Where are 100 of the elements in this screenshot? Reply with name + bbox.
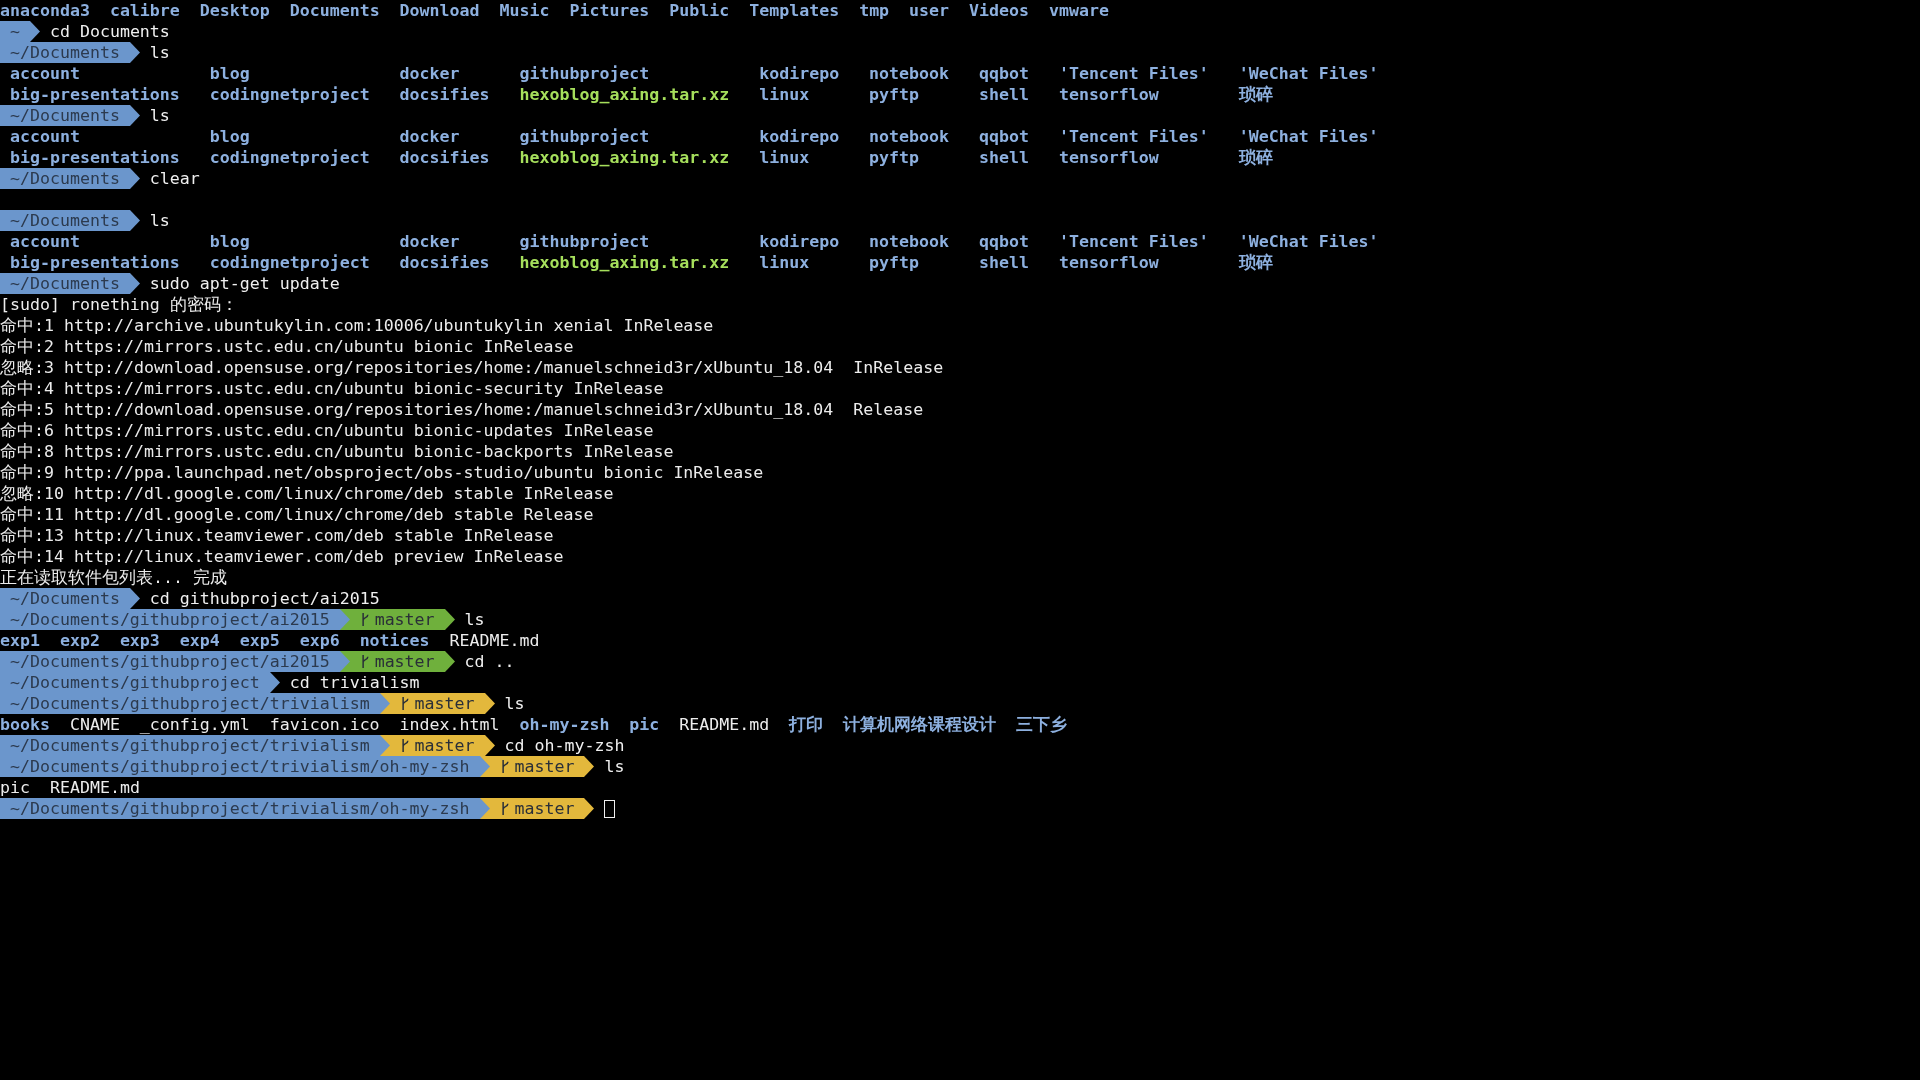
file-name: 打印: [789, 714, 824, 735]
command-text: ls: [149, 210, 170, 231]
file-name: codingnetproject: [208, 147, 370, 168]
file-name: hexoblog_axing.tar.xz: [518, 84, 730, 105]
file-name: 'WeChat Files': [1237, 231, 1379, 252]
file-name: Videos: [969, 0, 1029, 21]
file-name: _config.yml: [139, 714, 250, 735]
output-line: 命中:5 http://download.opensuse.org/repositories/home:/manuelschneid3r/xUbuntu_18.04 Release: [0, 399, 924, 420]
file-name: 计算机网络课程设计: [843, 714, 997, 735]
file-name: tensorflow: [1057, 84, 1160, 105]
command-text: cd oh-my-zsh: [504, 735, 625, 756]
file-name: qqbot: [978, 63, 1029, 84]
segment-arrow: [269, 672, 280, 693]
command-text: ls: [464, 609, 485, 630]
file-name: Download: [399, 0, 480, 21]
file-name: vmware: [1048, 0, 1109, 21]
file-name: account: [9, 63, 81, 84]
output-line: 命中:8 https://mirrors.ustc.edu.cn/ubuntu bionic-backports InRelease: [0, 441, 674, 462]
branch-icon: [399, 738, 410, 753]
file-name: linux: [758, 252, 811, 273]
branch-name: master: [414, 735, 475, 756]
file-name: big-presentations: [9, 84, 180, 105]
output-line: 命中:4 https://mirrors.ustc.edu.cn/ubuntu bionic-security InRelease: [0, 378, 664, 399]
branch-icon: [359, 612, 370, 627]
file-name: pyftp: [868, 147, 921, 168]
branch-name: master: [514, 798, 575, 819]
output-line: 命中:6 https://mirrors.ustc.edu.cn/ubuntu bionic-updates InRelease: [0, 420, 654, 441]
file-name: big-presentations: [9, 147, 180, 168]
file-name: exp5: [239, 630, 280, 651]
command-text: ls: [149, 42, 170, 63]
command-text: cd ..: [464, 651, 515, 672]
file-name: notebook: [868, 126, 950, 147]
file-name: Documents: [289, 0, 380, 21]
file-name: githubproject: [518, 231, 651, 252]
output-line: 命中:11 http://dl.google.com/linux/chrome/deb stable Release: [0, 504, 594, 525]
output-line: 命中:9 http://ppa.launchpad.net/obsproject/obs-studio/ubuntu bionic InRelease: [0, 462, 764, 483]
file-name: pyftp: [868, 252, 921, 273]
file-name: 'Tencent Files': [1057, 126, 1209, 147]
file-name: blog: [208, 126, 251, 147]
file-name: pic: [0, 777, 30, 798]
segment-arrow: [29, 21, 40, 42]
file-name: shell: [978, 252, 1029, 273]
branch-name: master: [374, 609, 435, 630]
file-name: Public: [669, 0, 730, 21]
file-name: hexoblog_axing.tar.xz: [518, 147, 730, 168]
file-name: favicon.ico: [269, 714, 380, 735]
file-name: githubproject: [518, 63, 651, 84]
file-name: exp1: [0, 630, 40, 651]
command-text: ls: [504, 693, 525, 714]
file-name: docsifies: [398, 252, 490, 273]
file-name: kodirepo: [758, 126, 840, 147]
file-name: README.md: [679, 714, 770, 735]
file-name: exp2: [59, 630, 100, 651]
command-text: ls: [149, 105, 170, 126]
file-name: exp6: [299, 630, 340, 651]
output-line: 忽略:10 http://dl.google.com/linux/chrome/deb stable InRelease: [0, 483, 614, 504]
file-name: README.md: [49, 777, 140, 798]
output-line: 命中:13 http://linux.teamviewer.com/deb stable InRelease: [0, 525, 554, 546]
file-name: CNAME: [69, 714, 120, 735]
file-name: qqbot: [978, 126, 1029, 147]
file-name: githubproject: [518, 126, 651, 147]
file-name: account: [9, 231, 81, 252]
file-name: blog: [208, 63, 251, 84]
file-name: 'Tencent Files': [1057, 231, 1209, 252]
file-name: Music: [499, 0, 550, 21]
file-name: 'Tencent Files': [1057, 63, 1209, 84]
file-name: account: [9, 126, 81, 147]
file-name: hexoblog_axing.tar.xz: [518, 252, 730, 273]
command-text: cd Documents: [49, 21, 170, 42]
file-name: 琐碎: [1237, 147, 1274, 168]
file-name: notebook: [868, 231, 950, 252]
file-name: index.html: [399, 714, 500, 735]
file-name: tensorflow: [1057, 147, 1160, 168]
output-line: 命中:2 https://mirrors.ustc.edu.cn/ubuntu bionic InRelease: [0, 336, 574, 357]
file-name: README.md: [449, 630, 540, 651]
file-name: pyftp: [868, 84, 921, 105]
segment-arrow: [129, 168, 140, 189]
file-name: exp4: [179, 630, 220, 651]
file-name: pic: [629, 714, 660, 735]
segment-arrow: [129, 105, 140, 126]
file-name: 琐碎: [1237, 252, 1274, 273]
file-name: calibre: [109, 0, 180, 21]
command-text: ls: [604, 756, 625, 777]
command-text: cd githubproject/ai2015: [149, 588, 380, 609]
file-name: 'WeChat Files': [1237, 126, 1379, 147]
file-name: tensorflow: [1057, 252, 1160, 273]
branch-icon: [399, 696, 410, 711]
file-name: docker: [398, 63, 461, 84]
file-name: shell: [978, 147, 1029, 168]
output-line: 命中:1 http://archive.ubuntukylin.com:10006/ubuntukylin xenial InRelease: [0, 315, 714, 336]
file-name: qqbot: [978, 231, 1029, 252]
file-name: docsifies: [398, 147, 490, 168]
file-name: kodirepo: [758, 231, 840, 252]
branch-icon: [499, 801, 510, 816]
file-name: blog: [208, 231, 251, 252]
file-name: linux: [758, 147, 811, 168]
branch-name: master: [374, 651, 435, 672]
file-name: exp3: [119, 630, 160, 651]
file-name: Pictures: [569, 0, 650, 21]
branch-icon: [359, 654, 370, 669]
